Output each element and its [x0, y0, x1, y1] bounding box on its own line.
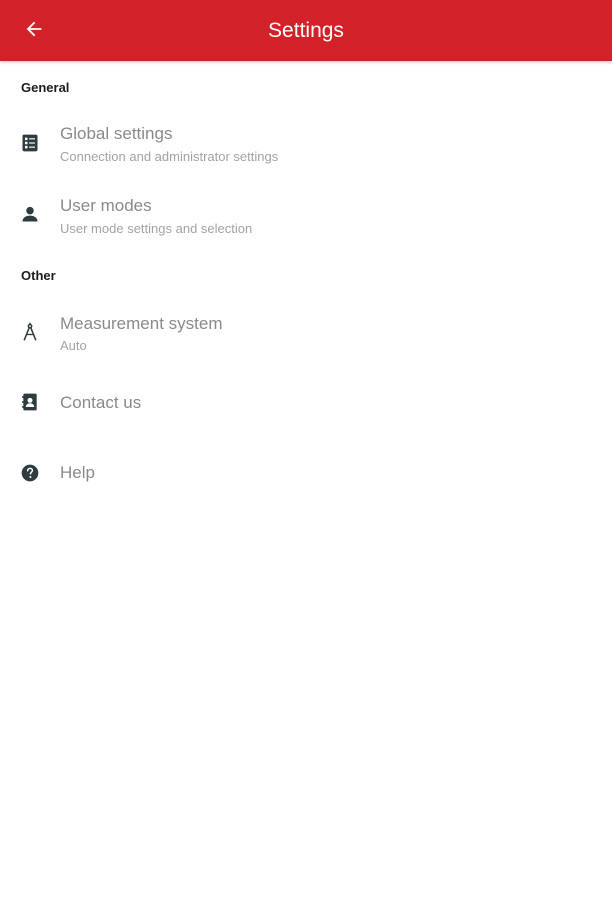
item-subtitle: Auto	[60, 338, 87, 353]
section-header-general: General	[21, 80, 70, 95]
item-title: Global settings	[60, 124, 173, 143]
back-button[interactable]	[14, 11, 54, 51]
settings-item-measurement-system[interactable]: Measurement system Auto	[0, 301, 612, 367]
item-title: User modes	[60, 196, 152, 215]
contact-card-icon	[19, 391, 41, 413]
settings-list-icon	[19, 132, 41, 154]
help-circle-icon	[19, 462, 41, 484]
item-title: Measurement system	[60, 314, 223, 333]
settings-item-user-modes[interactable]: User modes User mode settings and select…	[0, 184, 612, 250]
section-header-other: Other	[21, 268, 56, 283]
item-title: Help	[60, 463, 95, 482]
settings-item-contact-us[interactable]: Contact us	[0, 380, 612, 430]
item-subtitle: Connection and administrator settings	[60, 149, 279, 164]
item-title: Contact us	[60, 393, 142, 412]
arrow-left-icon	[23, 18, 45, 45]
person-icon	[19, 203, 41, 225]
item-subtitle: User mode settings and selection	[60, 221, 253, 236]
settings-screen: Settings General Global settings Connect…	[0, 0, 612, 900]
compass-icon	[19, 321, 41, 343]
page-title: Settings	[268, 19, 344, 42]
app-bar: Settings	[0, 0, 612, 61]
settings-item-global-settings[interactable]: Global settings Connection and administr…	[0, 112, 612, 178]
settings-item-help[interactable]: Help	[0, 450, 612, 500]
